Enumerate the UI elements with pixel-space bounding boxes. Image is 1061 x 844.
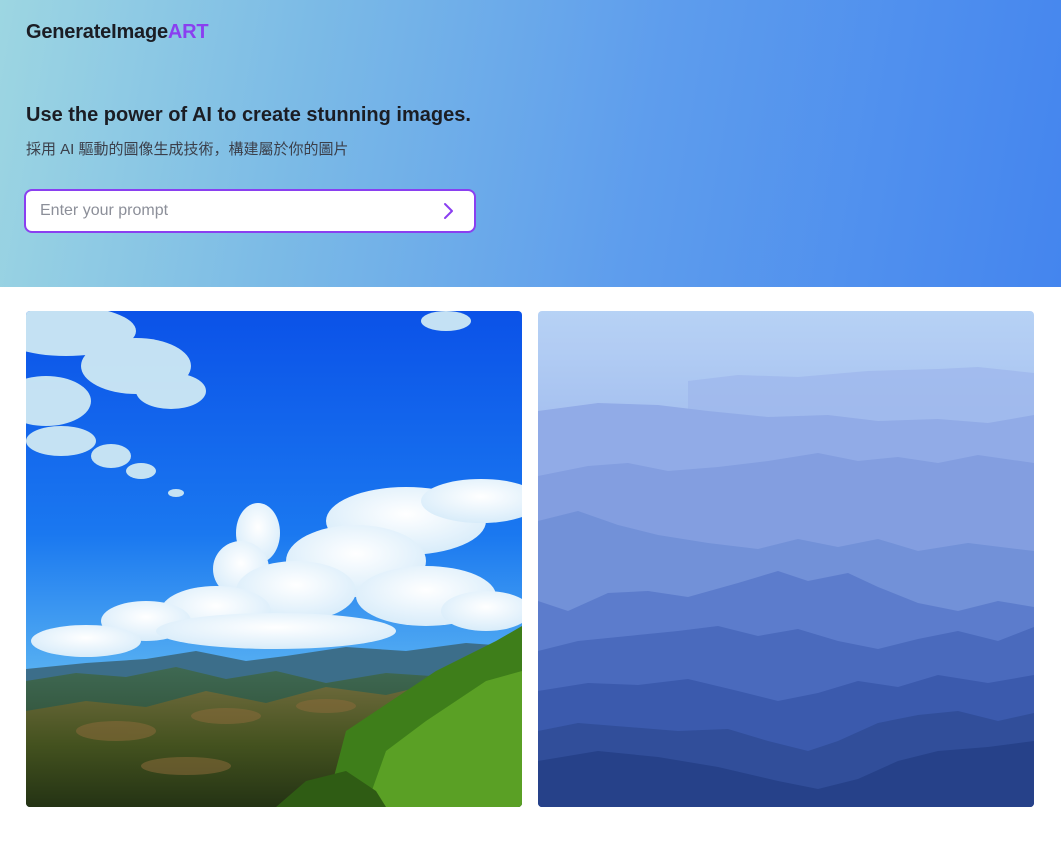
page-subheadline: 採用 AI 驅動的圖像生成技術，構建屬於你的圖片 — [26, 141, 349, 158]
logo-accent-text: ART — [167, 21, 209, 43]
gallery-image-card[interactable] — [26, 311, 522, 807]
page-headline: Use the power of AI to create stunning i… — [26, 104, 471, 126]
logo[interactable]: GenerateImageART — [26, 21, 209, 44]
hero-banner: GenerateImageART Use the power of AI to … — [0, 0, 1061, 287]
chevron-right-icon — [444, 203, 453, 219]
prompt-input[interactable] — [40, 191, 430, 231]
prompt-form — [24, 189, 476, 233]
logo-text: GenerateImage — [26, 21, 168, 43]
submit-button[interactable] — [436, 199, 460, 223]
generated-image — [538, 311, 1034, 807]
generated-image — [26, 311, 522, 807]
gallery-image-card[interactable] — [538, 311, 1034, 807]
image-gallery — [26, 311, 1034, 807]
